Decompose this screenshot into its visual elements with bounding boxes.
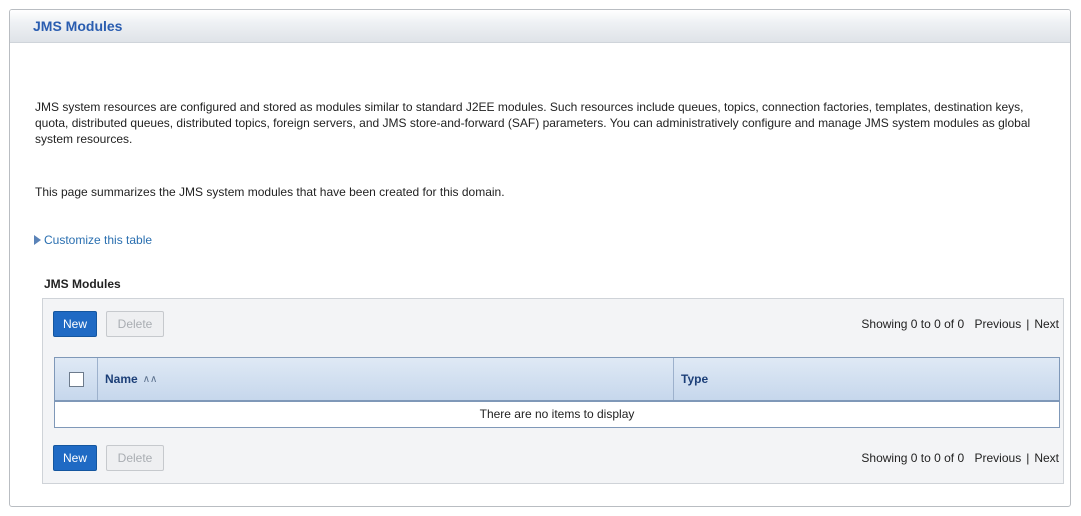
delete-button[interactable]: Delete [106, 311, 164, 337]
paging-separator-bottom: | [1026, 451, 1030, 465]
select-all-checkbox[interactable] [68, 371, 84, 387]
column-type-label[interactable]: Type [681, 372, 708, 386]
page-title: JMS Modules [33, 18, 123, 34]
new-button[interactable]: New [53, 311, 97, 337]
customize-table-label[interactable]: Customize this table [44, 233, 152, 247]
jms-modules-panel: JMS Modules JMS system resources are con… [9, 9, 1071, 507]
column-header-type[interactable]: Type [674, 358, 1059, 400]
delete-button-bottom[interactable]: Delete [106, 445, 164, 471]
jms-modules-table-container: New Delete Showing 0 to 0 of 0 Previous |… [42, 298, 1064, 484]
previous-link[interactable]: Previous [975, 317, 1022, 331]
description-paragraph: JMS system resources are configured and … [35, 100, 1031, 146]
next-link-bottom[interactable]: Next [1034, 451, 1059, 465]
panel-header: JMS Modules [10, 10, 1070, 43]
customize-table-link[interactable]: Customize this table [34, 233, 152, 247]
summary-paragraph: This page summarizes the JMS system modu… [35, 185, 505, 199]
paging-status-bottom: Showing 0 to 0 of 0 [861, 451, 965, 465]
paging-status: Showing 0 to 0 of 0 [861, 317, 965, 331]
pagination-top: Showing 0 to 0 of 0 Previous | Next [861, 317, 1059, 331]
pagination-bottom: Showing 0 to 0 of 0 Previous | Next [861, 451, 1059, 465]
table-header: Name ∧∧ Type [55, 358, 1059, 402]
empty-message: There are no items to display [479, 407, 635, 421]
new-button-bottom[interactable]: New [53, 445, 97, 471]
table-caption: JMS Modules [44, 277, 121, 291]
paging-separator: | [1026, 317, 1030, 331]
select-all-cell [55, 358, 98, 400]
column-header-name[interactable]: Name ∧∧ [98, 358, 674, 400]
jms-modules-grid: Name ∧∧ Type There are no items to displ… [54, 357, 1060, 428]
next-link[interactable]: Next [1034, 317, 1059, 331]
expand-triangle-icon [34, 235, 41, 245]
sort-ascending-icon[interactable]: ∧∧ [143, 374, 158, 385]
column-name-label[interactable]: Name [105, 372, 138, 386]
previous-link-bottom[interactable]: Previous [975, 451, 1022, 465]
